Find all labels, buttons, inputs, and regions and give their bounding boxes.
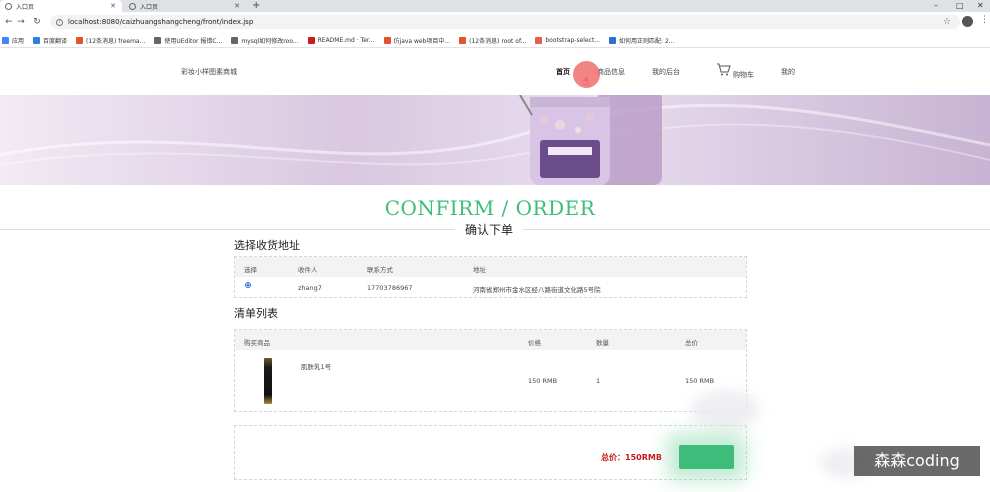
cart-icon[interactable] — [716, 63, 731, 76]
globe-icon — [129, 2, 136, 10]
product-qty: 1 — [596, 377, 601, 385]
hero-banner — [0, 95, 990, 185]
bookmark-label: README.md · Ter... — [317, 36, 375, 44]
col-total: 总价 — [685, 339, 698, 347]
col-select: 选择 — [244, 266, 257, 274]
nav-products[interactable]: 商品信息 — [597, 67, 625, 77]
tab-close-icon[interactable]: ✕ — [234, 2, 240, 10]
bookmark-label: (12条消息) freema... — [86, 37, 146, 45]
recipient-address: 河南省郑州市金水区经八路街道文化路5号院 — [473, 286, 601, 294]
bookmark-item[interactable]: 百度翻译 — [33, 36, 67, 45]
tab-inactive[interactable]: 入口页 ✕ — [124, 0, 246, 12]
new-tab-button[interactable]: + — [252, 0, 260, 12]
bookmark-label: mysql如何修改roo... — [241, 37, 299, 45]
recipient-phone: 17703786967 — [367, 284, 413, 292]
col-recipient: 收件人 — [298, 266, 318, 274]
highlight-glow — [690, 390, 760, 430]
account-icon[interactable] — [962, 16, 973, 27]
tab-title: 入口页 — [16, 3, 35, 11]
bookmark-label: 仿java web项目中... — [393, 37, 451, 45]
page-title: CONFIRM / ORDER — [384, 196, 596, 220]
bookmark-item[interactable]: 如何用正则匹配: 2... — [609, 36, 675, 45]
col-price: 价格 — [528, 339, 541, 347]
order-table: 购买商品 价格 数量 总价 肌肤乳1号 150 RMB 1 150 RMB — [234, 329, 747, 412]
bookmark-item[interactable]: bootstrap-select... — [535, 36, 601, 44]
bookmark-item[interactable]: (12条消息) root of... — [459, 36, 526, 45]
table-row[interactable]: zhang7 17703786967 河南省郑州市金水区经八路街道文化路5号院 — [235, 277, 746, 297]
address-bar-row: ← → ↻ i localhost:8080/caizhuangshangche… — [0, 12, 990, 32]
bookmark-label: 如何用正则匹配: 2... — [619, 37, 675, 45]
menu-icon[interactable]: ⋮ — [980, 15, 989, 25]
reload-icon[interactable]: ↻ — [30, 17, 44, 27]
bookmark-item[interactable]: (12条消息) freema... — [76, 36, 145, 45]
bookmarks-bar: 应用 百度翻译 (12条消息) freema... 使用UEditor 报错C... m… — [0, 33, 990, 48]
csdn-icon — [76, 36, 84, 44]
bookmark-item[interactable]: 应用 — [2, 36, 24, 45]
bookmark-item[interactable]: 使用UEditor 报错C... — [154, 36, 222, 45]
cnblogs-icon — [535, 36, 543, 44]
order-table-header: 购买商品 价格 数量 总价 — [235, 330, 746, 350]
col-qty: 数量 — [596, 339, 609, 347]
bookmark-label: bootstrap-select... — [545, 36, 601, 44]
bookmark-label: (12条消息) root of... — [469, 37, 527, 45]
tab-close-icon[interactable]: ✕ — [110, 2, 116, 10]
order-total: 总价：150RMB — [601, 453, 662, 462]
submit-order-button[interactable] — [679, 445, 734, 469]
banner-image — [0, 95, 990, 185]
product-thumbnail[interactable] — [264, 358, 272, 404]
product-jar-image — [519, 95, 662, 185]
site-header: 彩妆小样图素商城 首页 商品信息 我的后台 购物车 我的 — [0, 49, 990, 95]
address-radio[interactable] — [245, 282, 251, 288]
globe-icon — [5, 2, 12, 10]
nav-cart[interactable]: 购物车 — [733, 70, 754, 80]
table-row: 肌肤乳1号 150 RMB 1 150 RMB — [235, 350, 746, 412]
close-window-button[interactable]: ✕ — [977, 0, 984, 12]
browser-tabstrip: 入口页 ✕ 入口页 ✕ + – □ ✕ — [0, 0, 990, 12]
minimize-button[interactable]: – — [934, 0, 938, 12]
url-text: localhost:8080/caizhuangshangcheng/front… — [68, 18, 254, 26]
tab-active[interactable]: 入口页 ✕ — [0, 0, 122, 12]
product-name[interactable]: 肌肤乳1号 — [301, 361, 331, 371]
page-icon — [231, 36, 239, 44]
product-price: 150 RMB — [528, 377, 558, 385]
address-table: 选择 收件人 联系方式 地址 zhang7 17703786967 河南省郑州市… — [234, 256, 747, 298]
info-icon[interactable]: i — [56, 18, 63, 26]
bookmark-label: 使用UEditor 报错C... — [164, 37, 223, 45]
nav-home[interactable]: 首页 — [556, 67, 570, 77]
bookmark-star-icon[interactable]: ☆ — [943, 17, 951, 27]
watermark: 森森coding — [854, 446, 980, 476]
bookmark-label: 应用 — [12, 37, 25, 45]
site-logo[interactable]: 彩妆小样图素商城 — [181, 67, 237, 77]
apps-icon — [2, 36, 9, 44]
bookmark-item[interactable]: 仿java web项目中... — [383, 36, 451, 45]
zhihu-icon — [609, 36, 617, 44]
nav-backend[interactable]: 我的后台 — [652, 67, 680, 77]
csdn-icon — [459, 36, 467, 44]
baidu-translate-icon — [33, 36, 41, 44]
gitee-icon — [307, 36, 315, 44]
product-total: 150 RMB — [685, 377, 715, 385]
bookmark-item[interactable]: README.md · Ter... — [307, 36, 375, 44]
address-table-header: 选择 收件人 联系方式 地址 — [235, 257, 746, 277]
recipient-name: zhang7 — [298, 284, 322, 292]
page-subtitle: 确认下单 — [455, 221, 524, 238]
col-product: 购买商品 — [244, 339, 270, 347]
forward-icon[interactable]: → — [14, 17, 28, 27]
page-icon — [154, 36, 162, 44]
bookmark-item[interactable]: mysql如何修改roo... — [231, 36, 299, 45]
maximize-button[interactable]: □ — [956, 0, 964, 12]
csdn-icon — [383, 36, 391, 44]
hand-cursor-icon: ☝ — [582, 74, 590, 88]
url-field[interactable]: i localhost:8080/caizhuangshangcheng/fro… — [50, 15, 960, 29]
order-summary-box — [234, 425, 747, 480]
col-address: 地址 — [473, 266, 486, 274]
address-section-title: 选择收货地址 — [234, 239, 300, 252]
col-phone: 联系方式 — [367, 266, 393, 274]
order-section-title: 清单列表 — [234, 307, 278, 320]
tab-title: 入口页 — [140, 3, 159, 11]
nav-mine[interactable]: 我的 — [781, 67, 795, 77]
bookmark-label: 百度翻译 — [43, 37, 68, 45]
